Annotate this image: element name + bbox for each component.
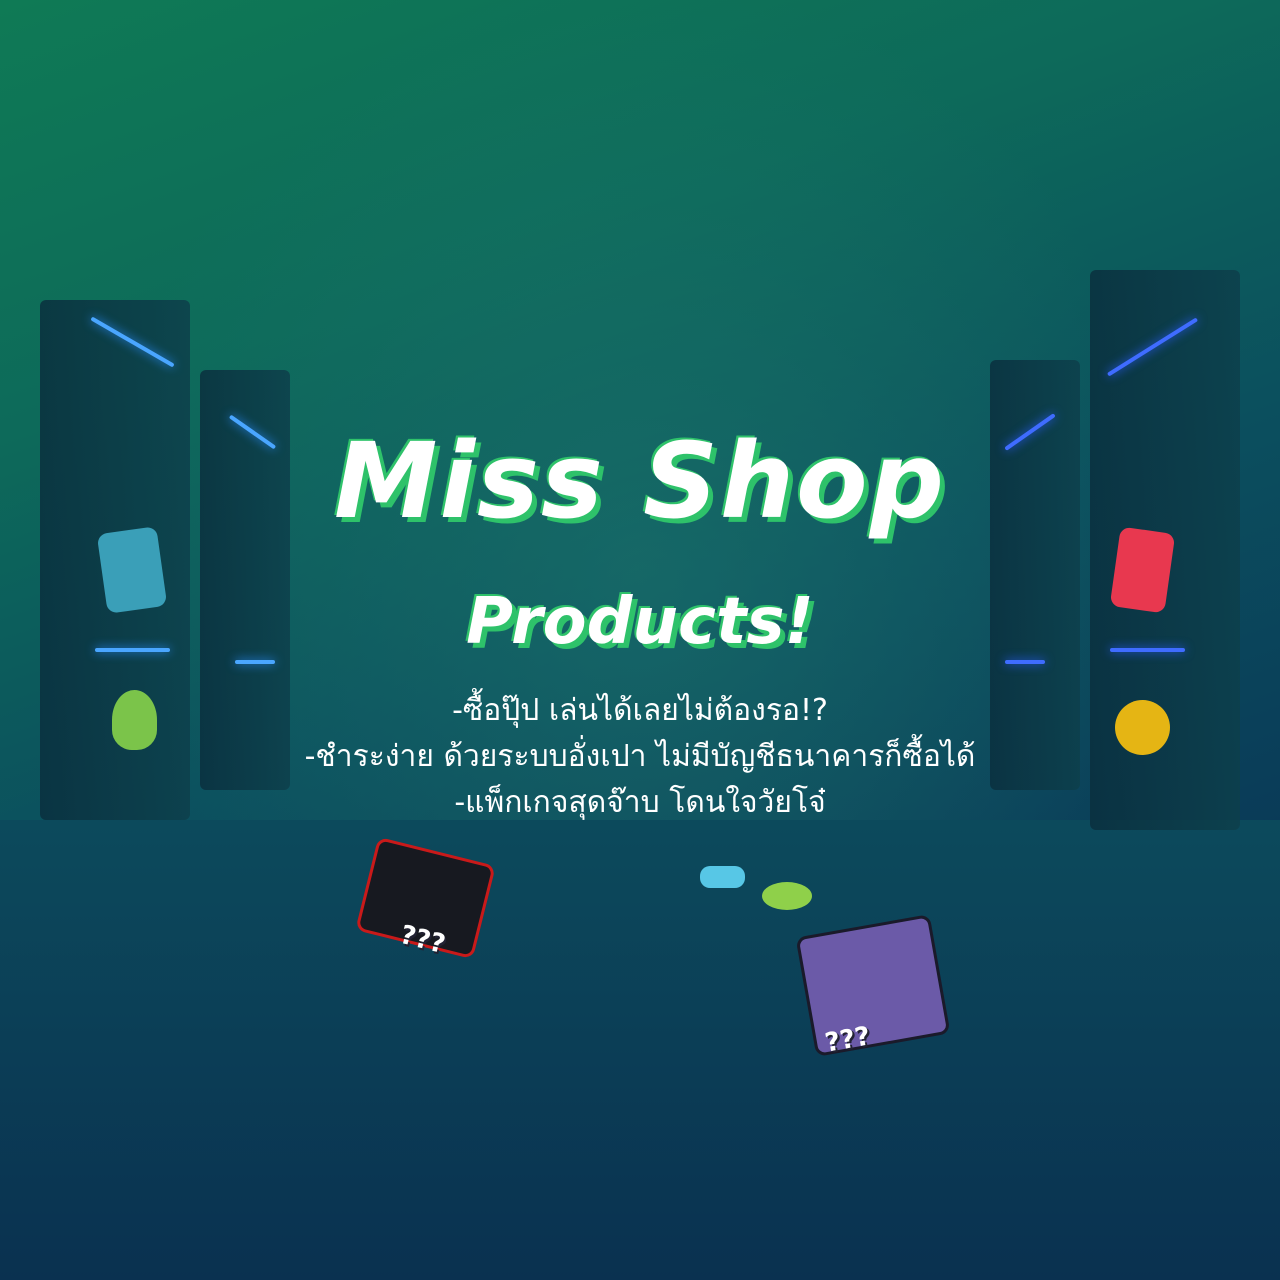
blue-pet-icon xyxy=(96,526,168,614)
neon-light xyxy=(1005,660,1045,664)
shop-subtitle: Products! xyxy=(466,585,814,659)
flask-icon xyxy=(700,866,745,888)
feature-line: -ชำระง่าย ด้วยระบบอั่งเปา ไม่มีบัญชีธนาค… xyxy=(304,739,976,774)
floor xyxy=(0,820,1280,1280)
splash-icon xyxy=(762,882,812,910)
neon-light xyxy=(235,660,275,664)
cat-pet-card-icon xyxy=(795,914,951,1057)
golden-potion-icon xyxy=(1115,700,1170,755)
shop-title: Miss Shop xyxy=(334,420,946,542)
red-pet-icon xyxy=(1109,526,1176,614)
feature-line: -แพ็กเกจสุดจ๊าบ โดนใจวัยโจ๋ xyxy=(454,785,826,820)
feature-list: -ซื้อปุ๊ป เล่นได้เลยไม่ต้องรอ!? -ชำระง่า… xyxy=(0,688,1280,826)
feature-line: -ซื้อปุ๊ป เล่นได้เลยไม่ต้องรอ!? xyxy=(452,693,828,728)
potion-icon xyxy=(112,690,157,750)
